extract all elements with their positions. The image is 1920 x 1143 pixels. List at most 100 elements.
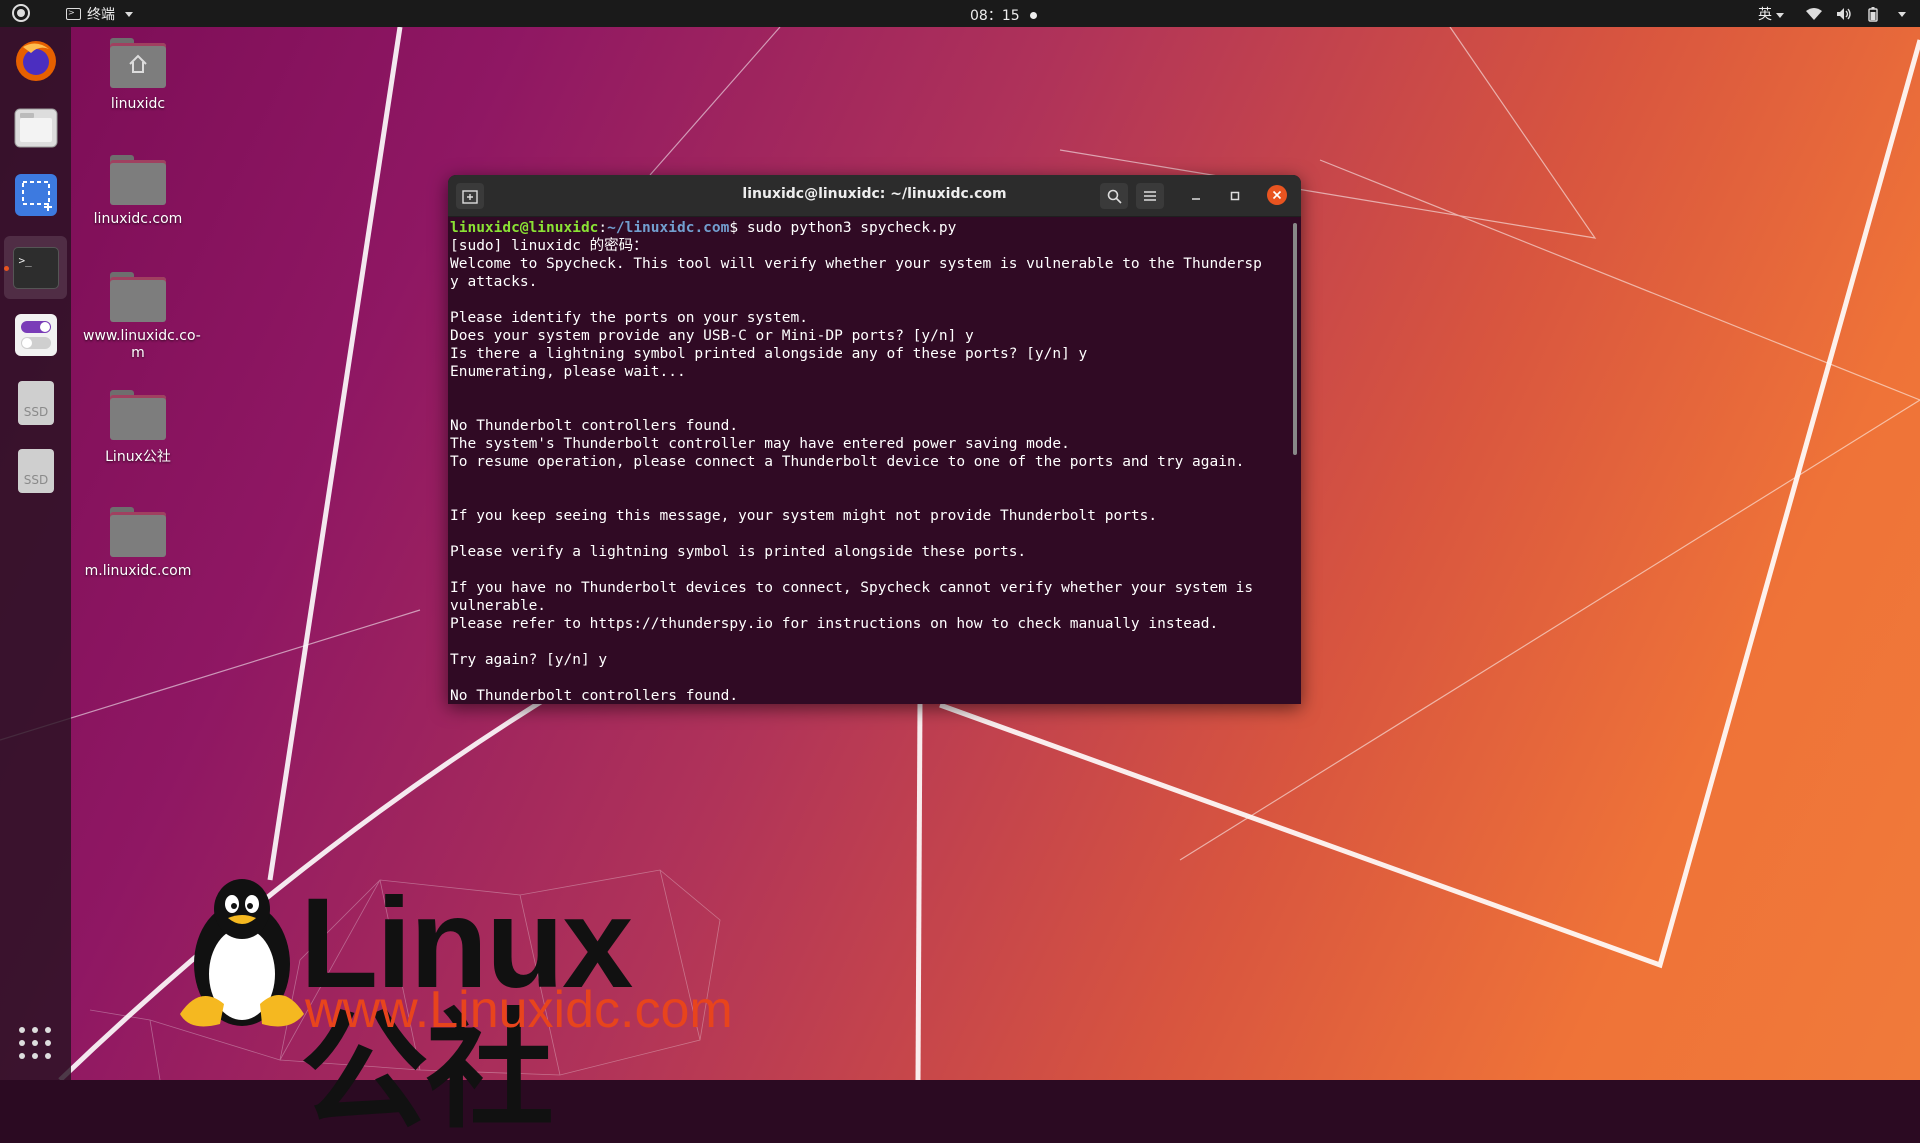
- system-menu[interactable]: [1806, 6, 1906, 22]
- output-line: If you keep seeing this message, your sy…: [450, 508, 1158, 524]
- output-line: The system's Thunderbolt controller may …: [450, 436, 1070, 452]
- desktop-icon-label: Linux公社: [105, 449, 171, 465]
- output-line: Try again? [y/n] y: [450, 652, 608, 668]
- folder-icon: [110, 155, 166, 205]
- desktop-icon-label: www.linuxidc.co- m: [83, 328, 201, 361]
- chevron-down-icon: [1898, 11, 1906, 17]
- app-menu[interactable]: > 终端: [66, 4, 133, 24]
- output-line: If you have no Thunderbolt devices to co…: [450, 580, 1254, 596]
- prompt-command: $ sudo python3 spycheck.py: [729, 220, 957, 236]
- desktop-icon-home[interactable]: linuxidc: [83, 38, 193, 112]
- terminal-scrollbar[interactable]: [1293, 223, 1297, 455]
- top-panel: > 终端 08：15 英: [0, 0, 1920, 27]
- output-lines: [sudo] linuxidc 的密码： Welcome to Spycheck.…: [450, 237, 1289, 704]
- output-line: To resume operation, please connect a Th…: [450, 454, 1245, 470]
- chevron-down-icon: [1776, 12, 1784, 18]
- terminal-titlebar[interactable]: linuxidc@linuxidc: ~/linuxidc.com: [448, 175, 1301, 217]
- app-menu-label: 终端: [87, 7, 115, 23]
- minimize-button[interactable]: [1182, 183, 1210, 209]
- output-line: Does your system provide any USB-C or Mi…: [450, 328, 974, 344]
- folder-icon: [110, 272, 166, 322]
- watermark-url: www.Linuxidc.com: [305, 981, 733, 1039]
- files-icon: [14, 108, 58, 148]
- maximize-icon: [1230, 191, 1240, 201]
- desktop-icon-label: linuxidc.com: [93, 211, 183, 227]
- toggle-settings-icon: [15, 314, 57, 356]
- clock[interactable]: 08：15: [970, 5, 1037, 25]
- desktop-icon-folder[interactable]: www.linuxidc.co- m: [83, 272, 201, 362]
- volume-icon: [1837, 8, 1851, 20]
- maximize-button[interactable]: [1221, 183, 1249, 209]
- battery-icon: [1868, 6, 1878, 22]
- output-line: Please identify the ports on your system…: [450, 310, 808, 326]
- dock-item-firefox[interactable]: [13, 37, 59, 83]
- desktop-icon-folder[interactable]: m.linuxidc.com: [83, 507, 193, 579]
- prompt-path: ~/linuxidc.com: [607, 220, 730, 236]
- close-button[interactable]: [1267, 185, 1287, 205]
- system-tray: 英: [1758, 4, 1906, 24]
- output-line: Is there a lightning symbol printed alon…: [450, 346, 1088, 362]
- clock-time: 08：15: [970, 8, 1020, 24]
- output-line: Welcome to Spycheck. This tool will veri…: [450, 256, 1262, 272]
- wifi-icon: [1806, 7, 1822, 20]
- dock-item-screenshot[interactable]: [13, 172, 59, 218]
- search-button[interactable]: [1100, 183, 1128, 209]
- ssd-drive-icon: SSD: [18, 381, 54, 425]
- output-line: Enumerating, please wait...: [450, 364, 686, 380]
- tux-penguin-icon: [180, 879, 304, 1027]
- prompt-line: linuxidc@linuxidc:~/linuxidc.com$ sudo p…: [450, 219, 1289, 237]
- screenshot-icon: [15, 174, 57, 216]
- terminal-output[interactable]: linuxidc@linuxidc:~/linuxidc.com$ sudo p…: [450, 219, 1289, 704]
- notification-dot-icon: [1029, 11, 1037, 19]
- dock-item-ssd-2[interactable]: SSD: [13, 448, 59, 494]
- output-line: vulnerable.: [450, 598, 547, 614]
- output-line: [sudo] linuxidc 的密码：: [450, 238, 648, 254]
- desktop-icon-label: m.linuxidc.com: [84, 563, 192, 579]
- search-icon: [1107, 189, 1122, 204]
- output-line: y attacks.: [450, 274, 538, 290]
- dock: >_ SSD SSD: [0, 27, 71, 1080]
- desktop-icon-label: linuxidc: [110, 96, 166, 112]
- input-method-indicator[interactable]: 英: [1758, 4, 1784, 24]
- dock-item-files[interactable]: [13, 104, 59, 150]
- home-folder-icon: [110, 38, 166, 90]
- terminal-icon: >_: [12, 246, 59, 289]
- desktop-icon-folder[interactable]: Linux公社: [83, 390, 193, 466]
- show-applications-button[interactable]: [18, 1026, 52, 1064]
- firefox-icon: [16, 41, 56, 81]
- menu-button[interactable]: [1136, 183, 1164, 209]
- output-line: No Thunderbolt controllers found.: [450, 688, 739, 704]
- minimize-icon: [1192, 198, 1200, 200]
- close-icon: [1272, 190, 1282, 200]
- terminal-window[interactable]: linuxidc@linuxidc: ~/linuxidc.com linuxi…: [448, 175, 1301, 704]
- hamburger-menu-icon: [1144, 191, 1156, 201]
- output-line: Please verify a lightning symbol is prin…: [450, 544, 1027, 560]
- input-method-label: 英: [1758, 7, 1772, 23]
- terminal-app-icon: >: [66, 8, 81, 20]
- output-line: Please refer to https://thunderspy.io fo…: [450, 616, 1219, 632]
- folder-icon: [110, 390, 166, 440]
- prompt-user: linuxidc@linuxidc: [450, 220, 599, 236]
- terminal-title: linuxidc@linuxidc: ~/linuxidc.com: [742, 186, 1007, 202]
- running-indicator-icon: [4, 266, 9, 271]
- output-line: No Thunderbolt controllers found.: [450, 418, 739, 434]
- ssd-drive-icon: SSD: [18, 449, 54, 493]
- dock-item-settings[interactable]: [13, 312, 59, 358]
- desktop-icon-folder[interactable]: linuxidc.com: [83, 155, 193, 227]
- app-grid-icon: [19, 1027, 51, 1059]
- chevron-down-icon: [125, 11, 133, 17]
- dock-item-terminal[interactable]: >_: [4, 236, 67, 299]
- activities-icon[interactable]: [12, 4, 30, 22]
- dock-item-ssd-1[interactable]: SSD: [13, 380, 59, 426]
- folder-icon: [110, 507, 166, 557]
- prompt-separator: :: [598, 220, 608, 236]
